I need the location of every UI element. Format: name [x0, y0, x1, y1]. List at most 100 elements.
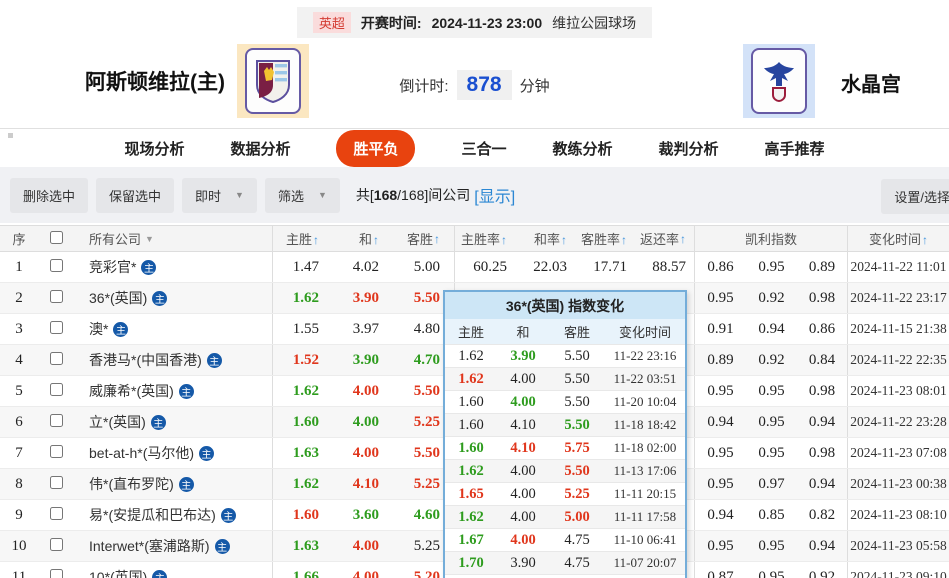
company-cell[interactable]: 伟*(直布罗陀) 主: [75, 469, 273, 499]
company-cell[interactable]: 36*(英国) 主: [75, 283, 273, 313]
delete-selected-button[interactable]: 删除选中: [10, 177, 89, 213]
kelly-lose: 0.94: [797, 531, 848, 561]
popup-win: 1.62: [458, 508, 484, 525]
odds-draw: 4.00: [352, 444, 379, 461]
kelly-lose: 0.82: [797, 500, 848, 530]
popup-draw: 4.10: [510, 439, 536, 456]
col-win-rate[interactable]: 主胜率↑: [455, 229, 515, 248]
filter-dropdown[interactable]: 筛选 ▼: [264, 177, 340, 213]
away-team-name: 水晶宫: [841, 74, 901, 96]
row-checkbox-cell: [38, 352, 75, 368]
col-win[interactable]: 主胜↑: [273, 229, 333, 248]
popup-lose: 5.50: [564, 416, 590, 433]
show-link[interactable]: [显示]: [474, 183, 515, 207]
row-checkbox[interactable]: [50, 507, 63, 520]
company-cell[interactable]: 威廉希*(英国) 主: [75, 376, 273, 406]
company-name: 澳*: [89, 321, 109, 337]
home-badge-icon: 主: [178, 476, 194, 492]
popup-title: 36*(英国) 指数变化: [445, 292, 685, 319]
tab-referee-analysis[interactable]: 裁判分析: [659, 138, 719, 159]
kelly-lose: 0.89: [797, 252, 848, 282]
col-company[interactable]: 所有公司 ▼: [75, 226, 273, 251]
popup-lose: 4.75: [564, 531, 590, 548]
live-odds-dropdown[interactable]: 即时 ▼: [182, 177, 257, 213]
odds-lose: 5.00: [393, 252, 455, 282]
kelly-win: 0.94: [707, 506, 734, 523]
settings-select-button[interactable]: 设置/选择: [881, 179, 949, 214]
col-draw[interactable]: 和↑: [333, 229, 393, 248]
change-time: 2024-11-22 22:35: [850, 352, 947, 367]
league-badge: 英超: [312, 12, 351, 33]
row-checkbox-cell: [38, 476, 75, 492]
kelly-win: 0.87: [707, 568, 734, 578]
odds-draw: 3.90: [352, 351, 379, 368]
tab-win-draw-lose[interactable]: 胜平负: [336, 129, 416, 167]
popup-win: 1.62: [458, 347, 484, 364]
tab-live-analysis[interactable]: 现场分析: [124, 138, 184, 159]
countdown-label: 倒计时:: [399, 77, 449, 95]
company-cell[interactable]: 立*(英国) 主: [75, 407, 273, 437]
odds-draw: 4.00: [352, 382, 379, 399]
sort-asc-icon: ↑: [680, 231, 686, 246]
col-return-rate[interactable]: 返还率 ↑: [635, 226, 695, 251]
popup-col-lose: 客胜: [563, 325, 590, 340]
kelly-win: 0.89: [707, 351, 734, 368]
popup-lose: 5.00: [564, 508, 590, 525]
tab-three-in-one[interactable]: 三合一: [461, 138, 506, 159]
row-checkbox[interactable]: [50, 414, 63, 427]
company-cell[interactable]: 香港马*(中国香港) 主: [75, 345, 273, 375]
popup-win: 1.67: [458, 531, 484, 548]
col-change-time[interactable]: 变化时间↑: [848, 229, 949, 248]
col-lose[interactable]: 客胜 ↑: [393, 226, 455, 251]
kelly-win: 0.95: [707, 475, 734, 492]
company-cell[interactable]: bet-at-h*(马尔他) 主: [75, 438, 273, 468]
keep-selected-button[interactable]: 保留选中: [96, 177, 175, 213]
col-lose-rate[interactable]: 客胜率↑: [575, 229, 635, 248]
home-badge-icon: 主: [152, 290, 168, 306]
company-cell[interactable]: Interwet*(塞浦路斯) 主: [75, 531, 273, 561]
popup-win: 1.65: [458, 485, 484, 502]
row-checkbox-cell: [38, 383, 75, 399]
odds-win: 1.62: [292, 382, 319, 399]
tab-coach-analysis[interactable]: 教练分析: [553, 138, 613, 159]
row-checkbox[interactable]: [50, 445, 63, 458]
row-checkbox[interactable]: [50, 569, 63, 578]
tab-data-analysis[interactable]: 数据分析: [230, 138, 290, 159]
live-odds-label: 即时: [195, 188, 222, 204]
kelly-win: 0.95: [707, 444, 734, 461]
popup-row: 1.62 4.00 5.50 11-22 03:51: [445, 367, 685, 390]
row-checkbox[interactable]: [50, 290, 63, 303]
row-checkbox[interactable]: [50, 321, 63, 334]
popup-draw: 3.90: [510, 554, 536, 571]
start-time-label: 开赛时间:: [360, 14, 422, 31]
company-cell[interactable]: 澳* 主: [75, 314, 273, 344]
odds-win: 1.63: [292, 444, 319, 461]
company-name: 易*(安提瓜和巴布达): [89, 507, 216, 523]
select-all-checkbox[interactable]: [50, 230, 63, 244]
odds-win: 1.60: [292, 413, 319, 430]
col-return-rate-label: 返还率: [639, 232, 679, 247]
row-checkbox[interactable]: [50, 383, 63, 396]
popup-time: 11-18 02:00: [613, 440, 677, 455]
row-checkbox-cell: [38, 259, 75, 275]
company-name: 竞彩官*: [89, 259, 137, 275]
company-cell[interactable]: 10*(英国) 主: [75, 562, 273, 578]
row-checkbox[interactable]: [50, 352, 63, 365]
company-cell[interactable]: 易*(安提瓜和巴布达) 主: [75, 500, 273, 530]
row-checkbox[interactable]: [50, 259, 63, 272]
row-checkbox[interactable]: [50, 476, 63, 489]
row-checkbox-cell: [38, 290, 75, 306]
row-checkbox[interactable]: [50, 538, 63, 551]
match-info-pill: 英超 开赛时间: 2024-11-23 23:00 维拉公园球场: [296, 7, 653, 38]
tab-expert-picks[interactable]: 高手推荐: [765, 138, 825, 159]
popup-time: 11-22 03:51: [613, 371, 677, 386]
company-cell[interactable]: 竞彩官* 主: [75, 252, 273, 282]
kelly-draw: 0.92: [758, 351, 785, 368]
odds-win: 1.60: [292, 506, 319, 523]
select-all-checkbox-cell: [38, 230, 75, 247]
kelly-draw: 0.95: [758, 568, 785, 578]
kelly-win: 0.94: [707, 413, 734, 430]
odds-win: 1.52: [292, 351, 319, 368]
popup-draw: 4.10: [510, 416, 536, 433]
col-draw-rate[interactable]: 和率↑: [515, 229, 575, 248]
